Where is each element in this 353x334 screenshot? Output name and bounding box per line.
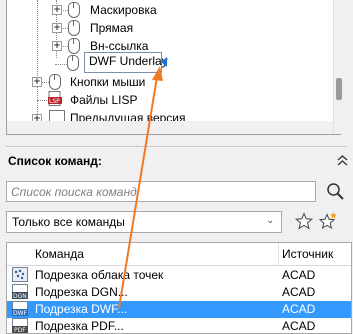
expand-icon[interactable]: + xyxy=(52,5,62,15)
mouse-icon xyxy=(68,20,80,36)
command-name: Подрезка DGN... xyxy=(35,285,128,299)
search-placeholder: Список поиска команд xyxy=(11,185,137,199)
command-list-header: Список команд: xyxy=(6,151,349,171)
search-icon[interactable] xyxy=(325,181,346,202)
table-header: Команда Источник xyxy=(7,243,351,266)
tree-item-maskirovka[interactable]: Маскировка xyxy=(90,3,157,18)
pdf-clip-icon: PDF xyxy=(12,318,28,334)
table-row[interactable]: PDF Подрезка PDF... ACAD xyxy=(7,318,351,334)
mouse-icon xyxy=(68,2,80,18)
panel-divider xyxy=(6,146,347,147)
table-row[interactable]: Подрезка облака точек ACAD xyxy=(7,267,351,284)
star-add-icon[interactable] xyxy=(318,212,338,230)
command-name: Подрезка PDF... xyxy=(35,319,124,333)
svg-text:DGN: DGN xyxy=(13,293,27,300)
table-row-selected[interactable]: DWF Подрезка DWF... ACAD xyxy=(7,301,351,318)
tree-item-mouse-buttons[interactable]: Кнопки мыши xyxy=(70,75,145,90)
point-cloud-clip-icon xyxy=(12,267,28,282)
command-search-input[interactable]: Список поиска команд xyxy=(6,181,316,202)
column-header-source[interactable]: Источник xyxy=(282,247,333,261)
svg-text:DWF: DWF xyxy=(13,310,28,317)
svg-text:LSP: LSP xyxy=(49,98,60,105)
expand-icon[interactable]: + xyxy=(32,77,42,87)
svg-text:PDF: PDF xyxy=(14,327,26,334)
pointer-arrow-icon xyxy=(161,57,167,67)
tree-item-lisp-files[interactable]: Файлы LISP xyxy=(70,93,137,108)
mouse-buttons-icon xyxy=(49,74,61,90)
mouse-icon xyxy=(68,38,80,54)
tree-item-dwf-underlay-label: DWF Underlay xyxy=(89,54,168,68)
dgn-clip-icon: DGN xyxy=(12,284,28,300)
expand-icon[interactable]: + xyxy=(52,23,62,33)
filter-selected-value: Только все команды xyxy=(12,215,125,229)
command-list-title: Список команд: xyxy=(8,154,102,168)
expand-icon[interactable]: + xyxy=(52,41,62,51)
column-header-command[interactable]: Команда xyxy=(35,247,84,261)
collapse-chevron-icon[interactable] xyxy=(336,154,349,167)
command-list-table[interactable]: Команда Источник Подрезка облака точек A… xyxy=(6,242,352,334)
tree-horizontal-scrollbar[interactable] xyxy=(7,121,333,134)
command-source: ACAD xyxy=(282,285,316,299)
table-row[interactable]: DGN Подрезка DGN... ACAD xyxy=(7,284,351,301)
mouse-icon xyxy=(67,55,79,71)
command-filter-dropdown[interactable]: Только все команды ⌄ xyxy=(6,211,282,233)
tree-item-pryamaya[interactable]: Прямая xyxy=(90,21,133,36)
tree-scrollbar-thumb[interactable] xyxy=(336,78,342,100)
dwf-clip-icon: DWF xyxy=(12,301,28,317)
command-name: Подрезка DWF... xyxy=(35,302,128,316)
lisp-file-icon: LSP xyxy=(48,91,62,106)
tree-vertical-scrollbar[interactable] xyxy=(333,0,350,134)
star-icon[interactable] xyxy=(295,212,313,230)
command-source: ACAD xyxy=(282,302,316,316)
tree-item-dwf-underlay[interactable]: DWF Underlay xyxy=(84,52,168,73)
command-name: Подрезка облака точек xyxy=(35,268,164,282)
command-source: ACAD xyxy=(282,319,316,333)
command-source: ACAD xyxy=(282,268,316,282)
chevron-down-icon: ⌄ xyxy=(266,215,275,226)
